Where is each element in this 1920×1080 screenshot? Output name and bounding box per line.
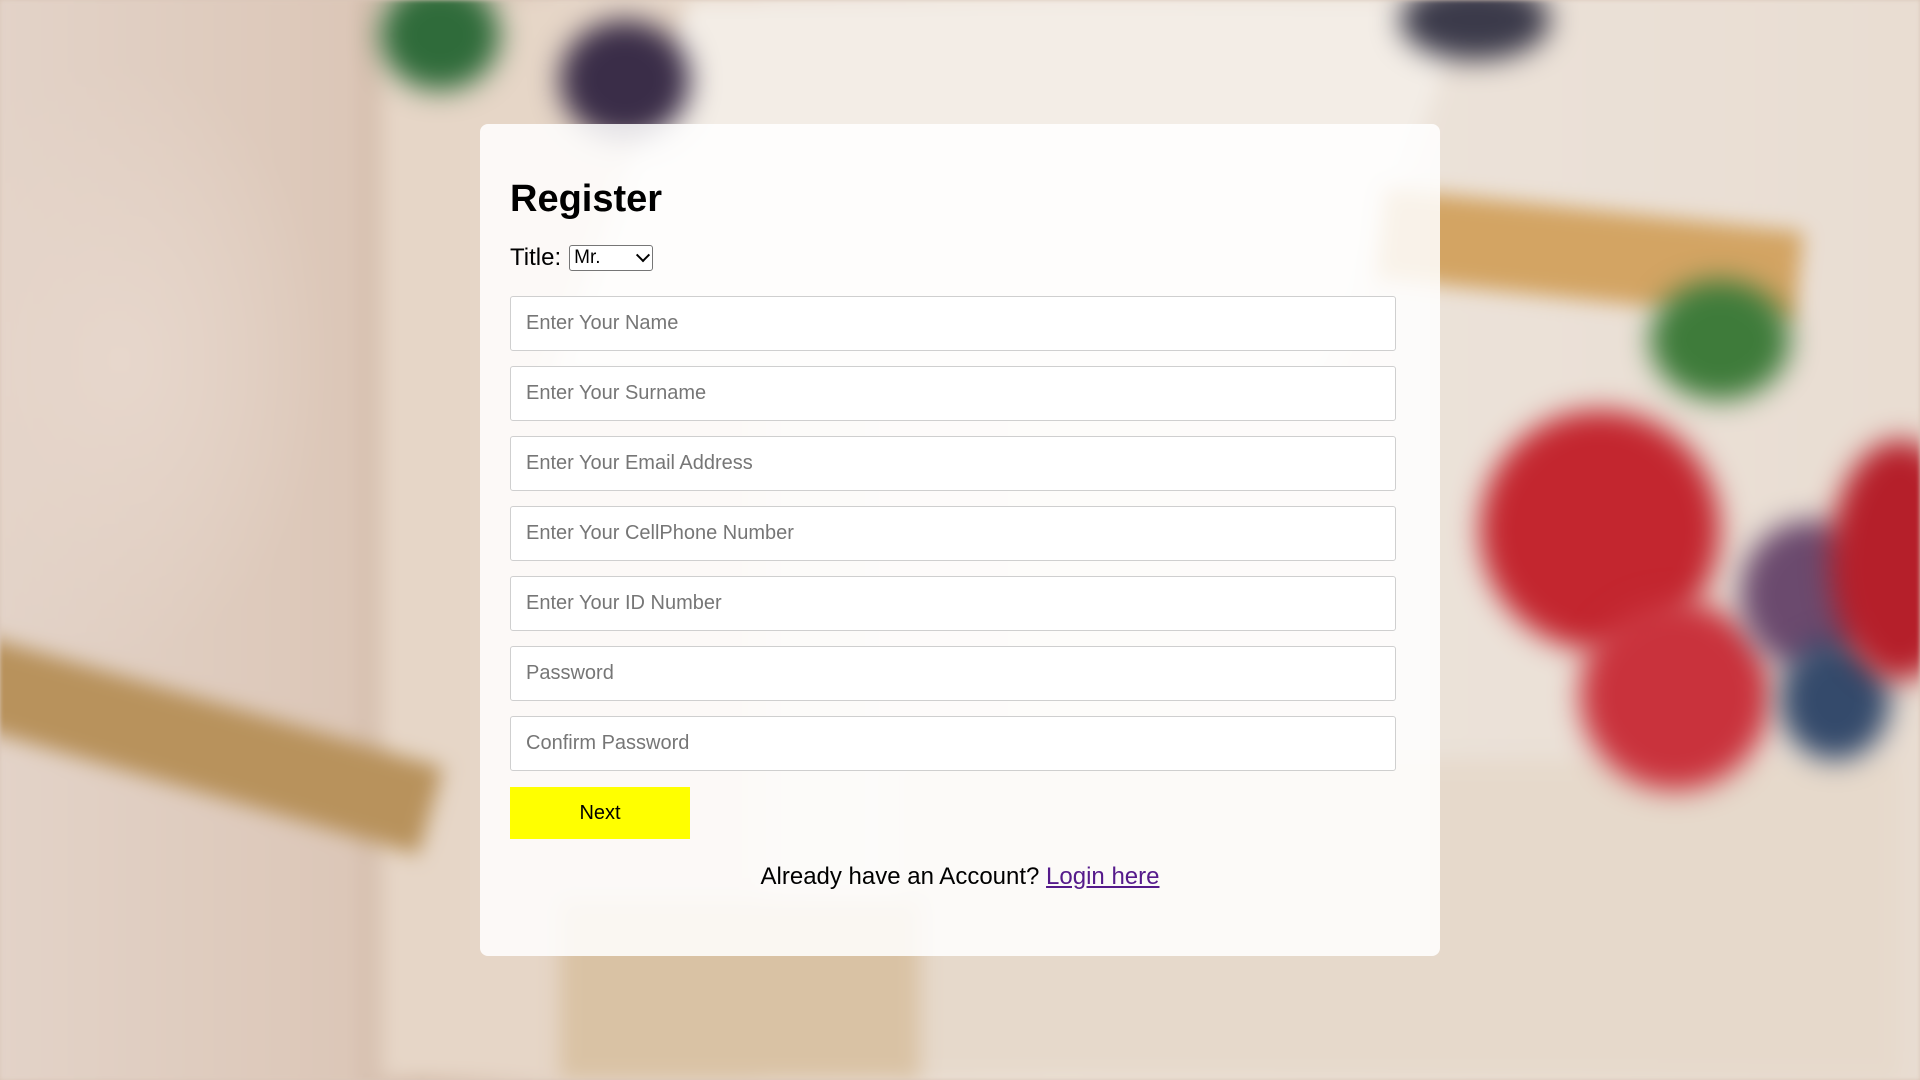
email-input[interactable]	[510, 436, 1396, 491]
password-input[interactable]	[510, 646, 1396, 701]
chevron-down-icon	[636, 248, 651, 263]
form-fields	[510, 296, 1396, 771]
title-row: Title: Mr.	[510, 244, 1396, 272]
next-button[interactable]: Next	[510, 787, 690, 839]
surname-input[interactable]	[510, 366, 1396, 421]
page-title: Register	[510, 178, 663, 220]
title-select[interactable]: Mr.	[569, 245, 654, 271]
confirm-password-input[interactable]	[510, 716, 1396, 771]
title-label: Title:	[510, 244, 562, 271]
name-input[interactable]	[510, 296, 1396, 351]
login-link[interactable]: Login here	[1046, 863, 1159, 890]
login-prompt-text: Already have an Account?	[760, 863, 1040, 890]
cellphone-input[interactable]	[510, 506, 1396, 561]
login-prompt-row: Already have an Account? Login here	[510, 863, 1396, 891]
title-select-value: Mr.	[574, 247, 601, 268]
id-number-input[interactable]	[510, 576, 1396, 631]
register-card: Register Title: Mr. Next Already have an…	[480, 124, 1440, 956]
